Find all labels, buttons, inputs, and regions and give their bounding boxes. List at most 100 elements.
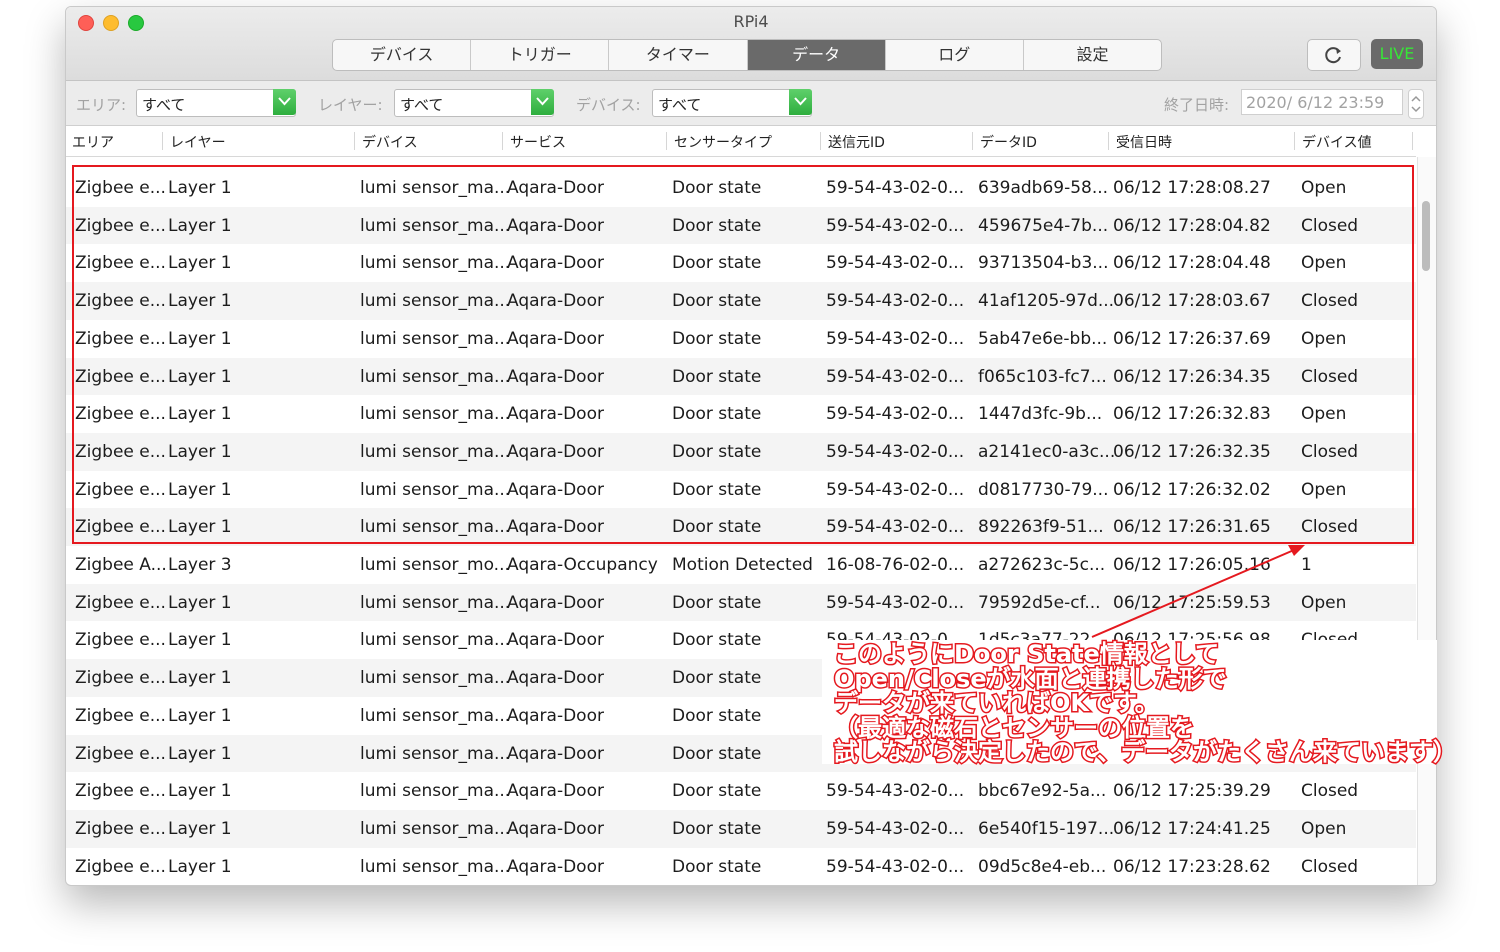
cell-sensor-type: Door state [672, 517, 762, 538]
cell-area: Zigbee e... [75, 818, 166, 839]
annotation-line: データが来ていればOKです。 [833, 689, 1161, 717]
area-filter-label: エリア: [76, 96, 127, 114]
table-row[interactable]: Zigbee e... Layer 1 lumi sensor_ma... Aqara… [66, 809, 1416, 848]
table-row[interactable]: Zigbee e... Layer 1 lumi sensor_ma... Aqara… [66, 357, 1416, 396]
tab-log[interactable]: ログ [886, 40, 1024, 70]
cell-device-value: Open [1301, 178, 1347, 198]
cell-service: Aqara-Door [507, 441, 604, 462]
stepper-arrows-icon [1411, 95, 1421, 113]
column-header-received-at[interactable]: 受信日時 [1116, 132, 1172, 152]
area-select[interactable]: すべて [136, 89, 296, 117]
cell-area: Zigbee e... [75, 291, 166, 312]
cell-layer: Layer 1 [168, 441, 232, 462]
cell-device-value: Open [1301, 328, 1347, 349]
cell-area: Zigbee e... [75, 630, 166, 651]
cell-area: Zigbee A... [75, 157, 167, 158]
filter-bar: エリア: すべて レイヤー: すべて デバイス: すべて 終了日時: 2020/… [66, 81, 1436, 126]
column-header-data-id[interactable]: データID [980, 132, 1037, 152]
cell-received-at: 06/12 17:28:09.55 [1113, 157, 1271, 158]
tab-timers[interactable]: タイマー [609, 40, 748, 70]
cell-device-value: Closed [1301, 366, 1359, 387]
cell-service: Aqara-Door [507, 178, 604, 198]
reload-button[interactable] [1307, 39, 1361, 71]
cell-sensor-type: Motion Detected [672, 157, 813, 158]
table-row[interactable]: Zigbee e... Layer 1 lumi sensor_ma... Aqara… [66, 471, 1416, 509]
table-row[interactable]: Zigbee e... Layer 1 lumi sensor_ma... Aqara… [66, 206, 1416, 245]
table-row-partial[interactable]: Zigbee A...Layer 3 lumi sensor_mo...Aqara… [66, 157, 1416, 167]
cell-layer: Layer 1 [168, 178, 232, 198]
cell-data-id: d0817730-79... [978, 479, 1109, 500]
column-header-sensor-type[interactable]: センサータイプ [674, 132, 772, 152]
cell-device-value: Closed [1301, 291, 1359, 312]
cell-area: Zigbee e... [75, 592, 166, 613]
table-row[interactable]: Zigbee e... Layer 1 lumi sensor_ma... Aqara… [66, 848, 1416, 885]
cell-area: Zigbee e... [75, 668, 166, 689]
cell-device: lumi sensor_ma... [360, 743, 511, 764]
cell-device: lumi sensor_mo... [360, 157, 510, 158]
table-row[interactable]: Zigbee e... Layer 1 lumi sensor_ma... Aqara… [66, 244, 1416, 282]
cell-device-value: Closed [1301, 517, 1359, 538]
tab-devices[interactable]: デバイス [333, 40, 472, 70]
column-header-device-value[interactable]: デバイス値 [1302, 132, 1372, 152]
cell-device-value: Open [1301, 404, 1347, 425]
cell-device: lumi sensor_ma... [360, 366, 511, 387]
cell-device-value: Open [1301, 592, 1347, 613]
cell-data-id: 41af1205-97d... [978, 291, 1115, 312]
cell-source-id: 59-54-43-02-0... [826, 291, 965, 312]
end-date-stepper[interactable] [1408, 89, 1424, 119]
device-select[interactable]: すべて [652, 89, 812, 117]
layer-select[interactable]: すべて [394, 89, 554, 117]
annotation-line: （最適な磁石とセンサーの位置を [833, 713, 1196, 742]
table-row[interactable]: Zigbee e... Layer 1 lumi sensor_ma... Aqara… [66, 395, 1416, 433]
table-row[interactable]: Zigbee A... Layer 3 lumi sensor_mo... Aqara… [66, 546, 1416, 584]
table-header: エリア レイヤー デバイス サービス センサータイプ 送信元ID データID 受… [66, 126, 1416, 157]
column-header-device[interactable]: デバイス [362, 132, 418, 152]
table-row[interactable]: Zigbee e... Layer 1 lumi sensor_ma... Aqara… [66, 169, 1416, 207]
annotation-line: Open/Closeが水面と連携した形で [833, 664, 1229, 693]
chevron-down-icon [789, 89, 812, 115]
cell-received-at: 06/12 17:25:59.53 [1113, 592, 1271, 613]
table-row[interactable]: Zigbee e... Layer 1 lumi sensor_ma... Aqara… [66, 282, 1416, 320]
cell-layer: Layer 3 [168, 157, 232, 158]
cell-source-id: 59-54-43-02-0... [826, 781, 965, 802]
cell-device: lumi sensor_ma... [360, 404, 511, 425]
live-button[interactable]: LIVE [1371, 39, 1423, 69]
cell-data-id: a2141ec0-a3c... [978, 441, 1116, 462]
tab-data[interactable]: データ [747, 40, 886, 70]
tab-triggers[interactable]: トリガー [471, 40, 610, 70]
column-header-area[interactable]: エリア [72, 132, 114, 152]
cell-device: lumi sensor_ma... [360, 781, 511, 802]
end-date-label: 終了日時: [1164, 96, 1230, 114]
cell-layer: Layer 1 [168, 291, 232, 312]
table-row[interactable]: Zigbee e... Layer 1 lumi sensor_ma... Aqara… [66, 432, 1416, 471]
cell-layer: Layer 1 [168, 592, 232, 613]
cell-source-id: 59-54-43-02-0... [826, 178, 965, 198]
cell-sensor-type: Door state [672, 328, 762, 349]
table-row[interactable]: Zigbee e... Layer 1 lumi sensor_ma... Aqara… [66, 508, 1416, 546]
cell-device: lumi sensor_ma... [360, 291, 511, 312]
column-header-service[interactable]: サービス [510, 132, 566, 152]
vertical-scrollbar[interactable] [1417, 157, 1436, 885]
table-row[interactable]: Zigbee e... Layer 1 lumi sensor_ma... Aqara… [66, 583, 1416, 622]
cell-source-id: 59-54-43-02-0... [826, 366, 965, 387]
table-row[interactable]: Zigbee e... Layer 1 lumi sensor_ma... Aqara… [66, 320, 1416, 358]
cell-received-at: 06/12 17:28:04.48 [1113, 253, 1271, 274]
end-date-field[interactable]: 2020/ 6/12 23:59 [1241, 89, 1403, 115]
cell-service: Aqara-Door [507, 743, 604, 764]
cell-service: Aqara-Door [507, 818, 604, 839]
column-header-source-id[interactable]: 送信元ID [828, 132, 885, 152]
column-header-layer[interactable]: レイヤー [170, 132, 226, 152]
scrollbar-thumb[interactable] [1422, 201, 1430, 271]
cell-received-at: 06/12 17:26:37.69 [1113, 328, 1271, 349]
table-row[interactable]: Zigbee e... Layer 1 lumi sensor_ma... Aqara… [66, 772, 1416, 810]
cell-service: Aqara-Occupancy [507, 555, 658, 575]
cell-service: Aqara-Door [507, 291, 604, 312]
tab-settings[interactable]: 設定 [1024, 40, 1161, 70]
cell-service: Aqara-Occupancy [507, 157, 658, 158]
cell-data-id: a272623c-5c... [978, 555, 1106, 575]
cell-received-at: 06/12 17:28:08.27 [1113, 178, 1271, 198]
cell-sensor-type: Door state [672, 781, 762, 802]
cell-sensor-type: Door state [672, 366, 762, 387]
data-table[interactable]: Zigbee A...Layer 3lumi sensor_mo...Aqara… [66, 157, 1416, 885]
cell-data-id: 93713504-b3... [978, 253, 1109, 274]
